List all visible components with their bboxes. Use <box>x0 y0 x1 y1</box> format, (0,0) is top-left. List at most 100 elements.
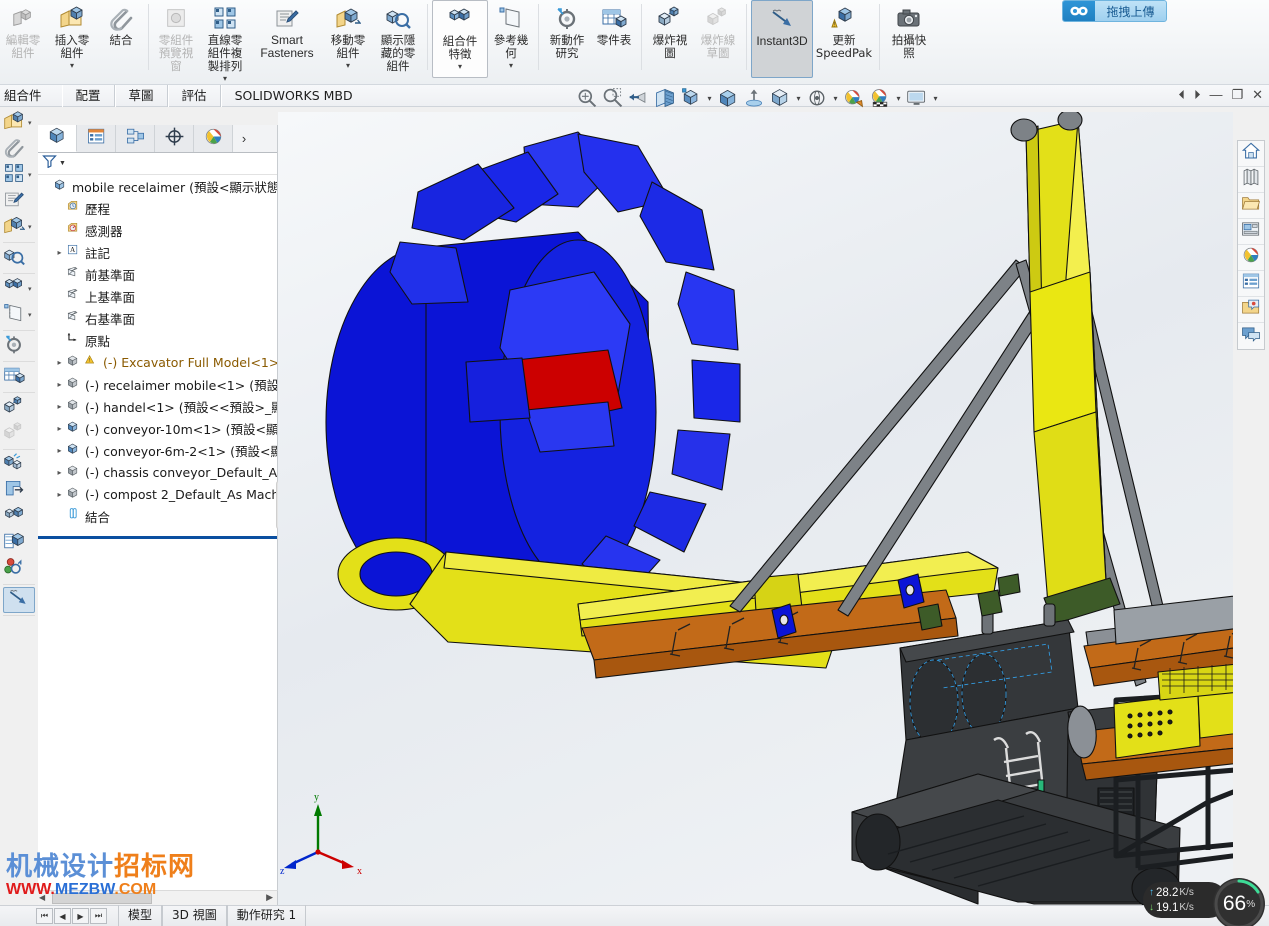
view-button-section-view[interactable] <box>653 87 677 109</box>
cpu-usage-circle[interactable]: 66 % <box>1213 878 1265 926</box>
view-button-apply-scene[interactable] <box>805 87 829 109</box>
left-toolbar-smart-fasteners[interactable] <box>0 188 38 214</box>
motion-last-frame-button[interactable]: ⏭ <box>90 908 107 924</box>
bottom-tab-model[interactable]: 模型 <box>118 905 163 926</box>
ribbon-button-reference-geometry[interactable]: 參考幾 何 ▾ <box>488 0 534 70</box>
maximize-icon[interactable]: ❐ <box>1231 88 1243 102</box>
task-pane-design-library[interactable] <box>1238 167 1264 193</box>
left-toolbar-bill-of-materials[interactable] <box>0 364 38 390</box>
tree-item-compost-2[interactable]: ▸ (-) compost 2_Default_As Machin <box>38 483 277 505</box>
scroll-right-icon[interactable]: ▶ <box>266 892 273 903</box>
chevron-down-icon[interactable]: ▾ <box>28 171 32 179</box>
chevron-down-icon[interactable]: ▾ <box>28 311 32 319</box>
left-toolbar-new-motion-study[interactable] <box>0 333 38 359</box>
chevron-down-icon[interactable]: ▾ <box>894 94 903 103</box>
left-toolbar-instant3d[interactable] <box>3 587 35 613</box>
ribbon-button-exploded-view[interactable]: 爆炸視 圖 <box>646 0 694 60</box>
tree-item-excavator[interactable]: ▸! (-) Excavator Full Model<1> <box>38 351 277 373</box>
restore-right-icon[interactable]: ⏵ <box>1194 88 1201 102</box>
scroll-left-icon[interactable]: ◀ <box>39 893 45 902</box>
ribbon-tab-solidworks-mbd[interactable]: SOLIDWORKS MBD <box>220 85 366 107</box>
task-pane-comments[interactable] <box>1238 323 1264 349</box>
expander-icon[interactable]: ▸ <box>53 248 66 257</box>
chevron-down-icon[interactable]: ▾ <box>28 285 32 293</box>
left-toolbar-move-component[interactable]: ▾ <box>0 214 38 240</box>
tree-item-sensors[interactable]: 感測器 <box>38 219 277 241</box>
tree-tab-configuration-manager[interactable] <box>116 125 155 152</box>
ribbon-tab-sketch[interactable]: 草圖 <box>114 85 168 107</box>
ribbon-tab-evaluate[interactable]: 評估 <box>167 85 221 107</box>
expander-icon[interactable]: ▸ <box>53 424 66 433</box>
tree-horizontal-scrollbar[interactable]: ◀ ▶ <box>38 890 278 905</box>
tree-item-top-plane[interactable]: 上基準面 <box>38 285 277 307</box>
task-pane-custom-properties[interactable] <box>1238 271 1264 297</box>
chevron-down-icon[interactable]: ▾ <box>931 94 940 103</box>
tree-tab-property-manager[interactable] <box>77 125 116 152</box>
tree-tab-feature-manager[interactable] <box>38 125 77 152</box>
close-icon[interactable]: ✕ <box>1252 88 1263 102</box>
tree-item-recelaimer[interactable]: ▸ (-) recelaimer mobile<1> (預設<< <box>38 373 277 395</box>
graphics-viewport[interactable]: y x z <box>278 112 1233 905</box>
ribbon-button-bill-of-materials[interactable]: 零件表 <box>591 0 637 47</box>
view-button-display-style[interactable] <box>716 87 740 109</box>
ribbon-button-linear-pattern[interactable]: 直線零 組件複 製排列 ▾ <box>199 0 251 83</box>
expander-icon[interactable]: ▸ <box>53 490 66 499</box>
chevron-down-icon[interactable]: ▾ <box>346 62 350 70</box>
task-pane-home[interactable] <box>1238 141 1264 167</box>
expander-icon[interactable]: ▸ <box>53 468 66 477</box>
chevron-down-icon[interactable]: ▾ <box>70 62 74 70</box>
network-speed-widget[interactable]: ↑ 28.2 K/s ↓ 19.1 K/s 66 % <box>1143 878 1265 926</box>
left-toolbar-assembly-visualization[interactable] <box>0 530 38 556</box>
task-pane-file-explorer[interactable] <box>1238 193 1264 219</box>
restore-left-icon[interactable]: ⏴ <box>1178 88 1185 102</box>
left-toolbar-linear-pattern[interactable]: ▾ <box>0 162 38 188</box>
left-toolbar-explode-line-sketch[interactable] <box>0 421 38 447</box>
view-button-hide-show-items[interactable] <box>742 87 766 109</box>
motion-first-frame-button[interactable]: ⏮ <box>36 908 53 924</box>
view-button-edit-appearance[interactable] <box>768 87 792 109</box>
ribbon-button-new-motion-study[interactable]: 新動作 研究 <box>543 0 591 60</box>
chevron-down-icon[interactable]: ▾ <box>28 119 32 127</box>
expander-icon[interactable]: ▸ <box>53 446 66 455</box>
filter-caret-icon[interactable]: ▼ <box>59 160 66 167</box>
ribbon-button-mate[interactable]: 結合 <box>98 0 144 47</box>
ribbon-button-instant3d[interactable]: Instant3D <box>751 0 813 78</box>
expander-icon[interactable]: ▸ <box>53 380 66 389</box>
tree-item-front-plane[interactable]: 前基準面 <box>38 263 277 285</box>
minimize-icon[interactable]: — <box>1209 88 1222 102</box>
view-button-viewport[interactable] <box>905 87 929 109</box>
expander-icon[interactable]: ▸ <box>53 358 66 367</box>
left-toolbar-clearance-verification[interactable] <box>0 478 38 504</box>
left-toolbar-show-hidden[interactable] <box>0 245 38 271</box>
tree-tab-more-tabs[interactable]: › <box>233 125 255 152</box>
ribbon-button-update-speedpak[interactable]: ! 更新 SpeedPak <box>813 0 875 60</box>
tree-item-annotations[interactable]: ▸ A 註記 <box>38 241 277 263</box>
chevron-down-icon[interactable]: ▾ <box>794 94 803 103</box>
tree-item-origin[interactable]: 原點 <box>38 329 277 351</box>
task-pane-appearances-scenes[interactable] <box>1238 245 1264 271</box>
left-toolbar-performance-evaluation[interactable] <box>0 556 38 582</box>
left-toolbar-insert-components[interactable]: ▾ <box>0 110 38 136</box>
left-toolbar-reference-geometry[interactable]: ▾ <box>0 302 38 328</box>
tree-item-mates[interactable]: 結合 <box>38 505 277 527</box>
ribbon-button-take-snapshot[interactable]: 拍攝快 照 <box>884 0 934 60</box>
ribbon-button-move-component[interactable]: 移動零 組件 ▾ <box>323 0 373 70</box>
view-button-zoom-to-fit[interactable] <box>575 87 599 109</box>
task-pane-solidworks-forum[interactable] <box>1238 297 1264 323</box>
ribbon-button-insert-components[interactable]: 插入零 組件 ▾ <box>46 0 98 70</box>
left-toolbar-exploded-view[interactable] <box>0 395 38 421</box>
expander-icon[interactable]: ▸ <box>53 402 66 411</box>
ribbon-button-smart-fasteners[interactable]: Smart Fasteners <box>251 0 323 60</box>
ribbon-button-assembly-features[interactable]: 組合件 特徵 ▾ <box>432 0 488 78</box>
task-pane-view-palette[interactable] <box>1238 219 1264 245</box>
view-button-render-tools[interactable] <box>868 87 892 109</box>
view-button-zoom-to-area[interactable] <box>601 87 625 109</box>
bottom-tab-3d-views[interactable]: 3D 視圖 <box>162 905 227 926</box>
tree-tab-dimxpert-manager[interactable] <box>155 125 194 152</box>
chevron-down-icon[interactable]: ▾ <box>831 94 840 103</box>
chevron-down-icon[interactable]: ▾ <box>223 75 227 83</box>
chevron-down-icon[interactable]: ▾ <box>705 94 714 103</box>
ribbon-tab-assembly[interactable]: 組合件 <box>0 85 62 107</box>
ribbon-button-show-hidden[interactable]: 顯示隱 藏的零 組件 <box>373 0 423 73</box>
baidu-upload-chip[interactable]: 拖拽上傳 <box>1062 0 1167 22</box>
